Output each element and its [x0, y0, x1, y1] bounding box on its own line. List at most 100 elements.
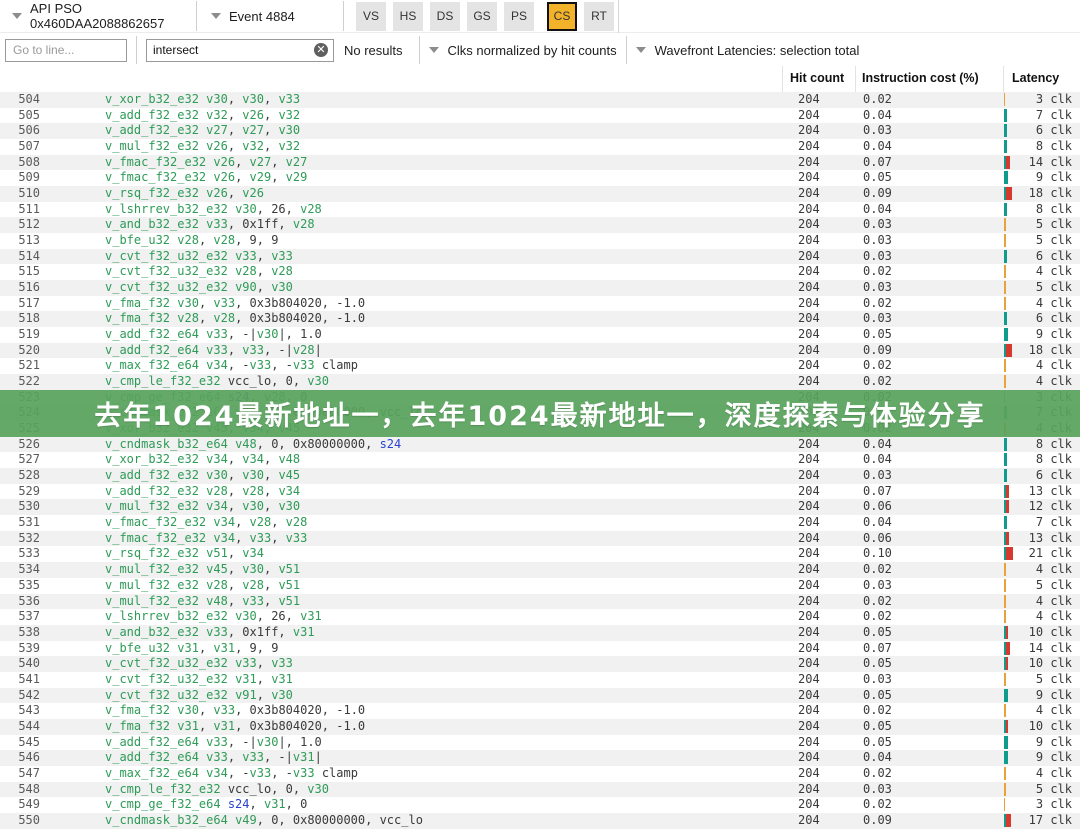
- tab-cs[interactable]: CS: [547, 2, 577, 31]
- table-row[interactable]: 549v_cmp_ge_f32_e64 s24, v31, 02040.023 …: [0, 797, 1080, 813]
- table-row[interactable]: 537v_lshrrev_b32_e32 v30, 26, v312040.02…: [0, 609, 1080, 625]
- api-pso-dropdown[interactable]: API PSO 0x460DAA2088862657: [0, 1, 196, 31]
- table-row[interactable]: 543v_fma_f32 v30, v33, 0x3b804020, -1.02…: [0, 703, 1080, 719]
- table-row[interactable]: 504v_xor_b32_e32 v30, v30, v332040.023 c…: [0, 92, 1080, 108]
- instruction-text: v_add_f32_e64 v33, -|v30|, 1.0: [105, 735, 322, 751]
- table-row[interactable]: 546v_add_f32_e64 v33, v33, -|v31|2040.04…: [0, 750, 1080, 766]
- table-row[interactable]: 532v_fmac_f32_e32 v34, v33, v332040.0613…: [0, 531, 1080, 547]
- table-row[interactable]: 528v_add_f32_e32 v30, v30, v452040.036 c…: [0, 468, 1080, 484]
- latency-value: 6 clk: [1005, 249, 1072, 265]
- table-row[interactable]: 507v_mul_f32_e32 v26, v32, v322040.048 c…: [0, 139, 1080, 155]
- table-row[interactable]: 544v_fma_f32 v31, v31, 0x3b804020, -1.02…: [0, 719, 1080, 735]
- instruction-text: v_add_f32_e32 v30, v30, v45: [105, 468, 300, 484]
- hit-count: 204: [798, 327, 820, 343]
- line-number: 521: [0, 358, 40, 374]
- table-row[interactable]: 522v_cmp_le_f32_e32 vcc_lo, 0, v302040.0…: [0, 374, 1080, 390]
- line-number: 513: [0, 233, 40, 249]
- instruction-cost: 0.09: [863, 186, 892, 202]
- close-icon[interactable]: ✕: [314, 43, 328, 57]
- latency-value: 17 clk: [1005, 813, 1072, 829]
- goto-line-input[interactable]: [5, 39, 127, 62]
- tab-hs[interactable]: HS: [393, 2, 423, 31]
- table-row[interactable]: 526v_cndmask_b32_e64 v48, 0, 0x80000000,…: [0, 437, 1080, 453]
- table-row[interactable]: 542v_cvt_f32_u32_e32 v91, v302040.059 cl…: [0, 688, 1080, 704]
- table-row[interactable]: 515v_cvt_f32_u32_e32 v28, v282040.024 cl…: [0, 264, 1080, 280]
- hit-count: 204: [798, 249, 820, 265]
- table-row[interactable]: 529v_add_f32_e32 v28, v28, v342040.0713 …: [0, 484, 1080, 500]
- table-row[interactable]: 541v_cvt_f32_u32_e32 v31, v312040.035 cl…: [0, 672, 1080, 688]
- chevron-down-icon: [211, 13, 221, 19]
- table-row[interactable]: 514v_cvt_f32_u32_e32 v33, v332040.036 cl…: [0, 249, 1080, 265]
- toolbar-separator: [343, 1, 344, 31]
- table-row[interactable]: 534v_mul_f32_e32 v45, v30, v512040.024 c…: [0, 562, 1080, 578]
- table-row[interactable]: 536v_mul_f32_e32 v48, v33, v512040.024 c…: [0, 594, 1080, 610]
- line-number: 508: [0, 155, 40, 171]
- table-row[interactable]: 530v_mul_f32_e32 v34, v30, v302040.0612 …: [0, 499, 1080, 515]
- latency-value: 8 clk: [1005, 139, 1072, 155]
- table-row[interactable]: 535v_mul_f32_e32 v28, v28, v512040.035 c…: [0, 578, 1080, 594]
- hit-count: 204: [798, 92, 820, 108]
- table-row[interactable]: 513v_bfe_u32 v28, v28, 9, 92040.035 clk: [0, 233, 1080, 249]
- clks-normalized-dropdown[interactable]: Clks normalized by hit counts: [429, 43, 617, 58]
- tab-rt[interactable]: RT: [584, 2, 614, 31]
- latency-value: 14 clk: [1005, 641, 1072, 657]
- tab-gs[interactable]: GS: [467, 2, 497, 31]
- instruction-cost: 0.02: [863, 296, 892, 312]
- table-row[interactable]: 511v_lshrrev_b32_e32 v30, 26, v282040.04…: [0, 202, 1080, 218]
- table-row[interactable]: 518v_fma_f32 v28, v28, 0x3b804020, -1.02…: [0, 311, 1080, 327]
- line-number: 505: [0, 108, 40, 124]
- column-header-hit-count[interactable]: Hit count: [790, 71, 844, 85]
- table-row[interactable]: 538v_and_b32_e32 v33, 0x1ff, v312040.051…: [0, 625, 1080, 641]
- instruction-text: v_fmac_f32_e32 v26, v27, v27: [105, 155, 307, 171]
- instruction-cost: 0.02: [863, 609, 892, 625]
- table-row[interactable]: 539v_bfe_u32 v31, v31, 9, 92040.0714 clk: [0, 641, 1080, 657]
- instruction-cost: 0.07: [863, 484, 892, 500]
- line-number: 522: [0, 374, 40, 390]
- table-row[interactable]: 527v_xor_b32_e32 v34, v34, v482040.048 c…: [0, 452, 1080, 468]
- instruction-cost: 0.04: [863, 452, 892, 468]
- wavefront-latencies-dropdown[interactable]: Wavefront Latencies: selection total: [636, 43, 860, 58]
- hit-count: 204: [798, 625, 820, 641]
- latency-value: 6 clk: [1005, 311, 1072, 327]
- table-row[interactable]: 540v_cvt_f32_u32_e32 v33, v332040.0510 c…: [0, 656, 1080, 672]
- instruction-text: v_bfe_u32 v28, v28, 9, 9: [105, 233, 278, 249]
- table-row[interactable]: 548v_cmp_le_f32_e32 vcc_lo, 0, v302040.0…: [0, 782, 1080, 798]
- table-row[interactable]: 519v_add_f32_e64 v33, -|v30|, 1.02040.05…: [0, 327, 1080, 343]
- table-row[interactable]: 517v_fma_f32 v30, v33, 0x3b804020, -1.02…: [0, 296, 1080, 312]
- instruction-text: v_add_f32_e32 v28, v28, v34: [105, 484, 300, 500]
- top-toolbar: API PSO 0x460DAA2088862657 Event 4884 VS…: [0, 0, 1080, 33]
- tab-ps[interactable]: PS: [504, 2, 534, 31]
- event-dropdown[interactable]: Event 4884: [197, 9, 343, 24]
- table-row[interactable]: 510v_rsq_f32_e32 v26, v262040.0918 clk: [0, 186, 1080, 202]
- hit-count: 204: [798, 546, 820, 562]
- column-header-latency[interactable]: Latency: [1012, 71, 1059, 85]
- search-input[interactable]: [147, 43, 314, 57]
- table-row[interactable]: 521v_max_f32_e64 v34, -v33, -v33 clamp20…: [0, 358, 1080, 374]
- table-row[interactable]: 545v_add_f32_e64 v33, -|v30|, 1.02040.05…: [0, 735, 1080, 751]
- hit-count: 204: [798, 735, 820, 751]
- latency-value: 18 clk: [1005, 186, 1072, 202]
- table-row[interactable]: 506v_add_f32_e32 v27, v27, v302040.036 c…: [0, 123, 1080, 139]
- instruction-cost: 0.04: [863, 202, 892, 218]
- latency-value: 4 clk: [1005, 264, 1072, 280]
- table-row[interactable]: 512v_and_b32_e32 v33, 0x1ff, v282040.035…: [0, 217, 1080, 233]
- column-header-instruction-cost[interactable]: Instruction cost (%): [862, 71, 979, 85]
- hit-count: 204: [798, 750, 820, 766]
- table-row[interactable]: 505v_add_f32_e32 v32, v26, v322040.047 c…: [0, 108, 1080, 124]
- table-row[interactable]: 508v_fmac_f32_e32 v26, v27, v272040.0714…: [0, 155, 1080, 171]
- table-row[interactable]: 531v_fmac_f32_e32 v34, v28, v282040.047 …: [0, 515, 1080, 531]
- table-row[interactable]: 520v_add_f32_e64 v33, v33, -|v28|2040.09…: [0, 343, 1080, 359]
- table-row[interactable]: 516v_cvt_f32_u32_e32 v90, v302040.035 cl…: [0, 280, 1080, 296]
- latency-value: 13 clk: [1005, 484, 1072, 500]
- latency-value: 7 clk: [1005, 108, 1072, 124]
- table-row[interactable]: 550v_cndmask_b32_e64 v49, 0, 0x80000000,…: [0, 813, 1080, 829]
- tab-ds[interactable]: DS: [430, 2, 460, 31]
- table-row[interactable]: 533v_rsq_f32_e32 v51, v342040.1021 clk: [0, 546, 1080, 562]
- hit-count: 204: [798, 233, 820, 249]
- line-number: 537: [0, 609, 40, 625]
- instruction-rows: 504v_xor_b32_e32 v30, v30, v332040.023 c…: [0, 92, 1080, 829]
- table-row[interactable]: 509v_fmac_f32_e32 v26, v29, v292040.059 …: [0, 170, 1080, 186]
- line-number: 541: [0, 672, 40, 688]
- tab-vs[interactable]: VS: [356, 2, 386, 31]
- table-row[interactable]: 547v_max_f32_e64 v34, -v33, -v33 clamp20…: [0, 766, 1080, 782]
